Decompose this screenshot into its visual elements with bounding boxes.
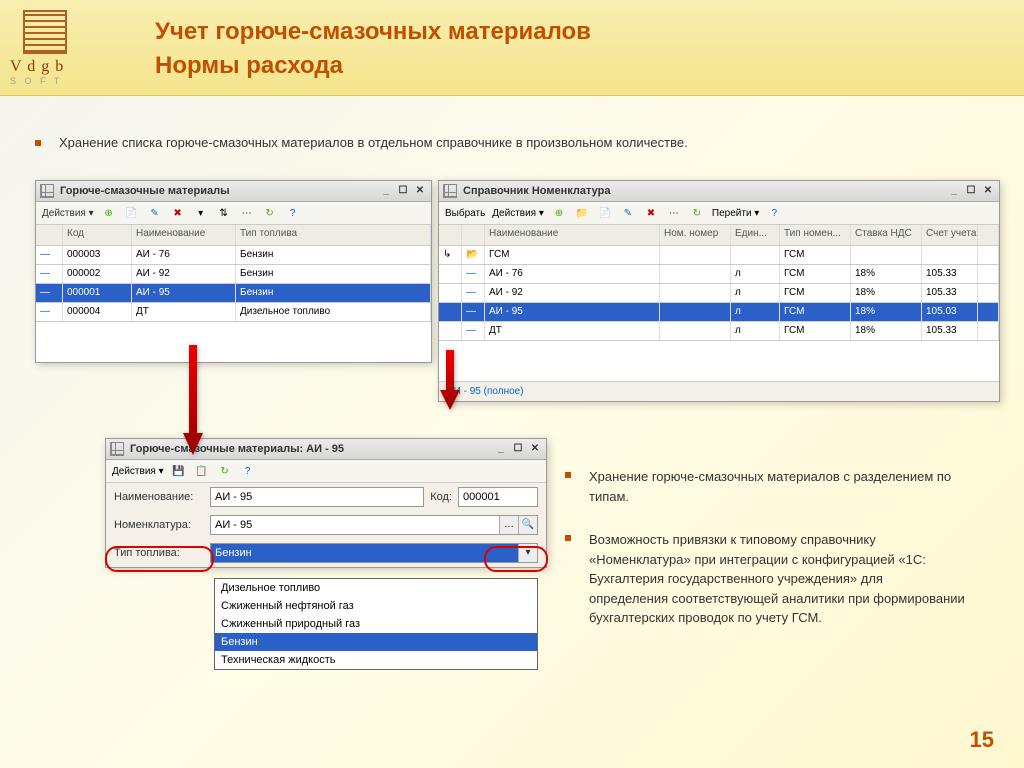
refresh-icon[interactable]: ↻ [687,205,707,221]
more-icon[interactable]: ⋯ [237,205,257,221]
side-bullet: Хранение горюче-смазочных материалов с р… [565,467,965,506]
delete-icon[interactable]: ✖ [641,205,661,221]
more-icon[interactable]: ⋯ [664,205,684,221]
table-row-selected[interactable]: ― АИ - 95 лГСМ 18%105.03 [439,303,999,322]
intro-bullet: Хранение списка горюче-смазочных материа… [35,135,994,150]
page-title: Учет горюче-смазочных материалов [155,18,591,46]
table-row[interactable]: ― 000002 АИ - 92 Бензин [36,265,431,284]
maximize-icon[interactable]: ☐ [964,184,978,198]
label-name: Наименование: [114,491,204,503]
filter-icon[interactable]: ▾ [191,205,211,221]
close-icon[interactable]: ✕ [413,184,427,198]
logo: V d g b S O F T [10,10,80,86]
table-header: Наименование Ном. номер Един... Тип номе… [439,225,999,246]
arrow-icon [440,350,460,405]
add-icon[interactable]: ⊕ [549,205,569,221]
actions-menu[interactable]: Действия ▾ [490,205,546,221]
code-field[interactable]: 000001 [458,487,538,507]
close-icon[interactable]: ✕ [528,442,542,456]
bullet-text: Хранение горюче-смазочных материалов с р… [589,467,965,506]
select-button[interactable]: Выбрать [443,205,487,221]
dropdown-option[interactable]: Сжиженный нефтяной газ [215,597,537,615]
actions-menu[interactable]: Действия ▾ [110,463,166,479]
pencil-icon[interactable]: ✎ [145,205,165,221]
table-row[interactable]: ― АИ - 92 лГСМ 18%105.33 [439,284,999,303]
window-title: Горюче-смазочные материалы [60,185,229,197]
save-icon[interactable]: 💾 [169,463,189,479]
table-row[interactable]: ― 000004 ДТ Дизельное топливо [36,303,431,322]
minimize-icon[interactable]: _ [379,184,393,198]
picker-icon[interactable]: … [499,516,518,534]
minimize-icon[interactable]: _ [494,442,508,456]
folder-icon[interactable]: 📁 [572,205,592,221]
close-icon[interactable]: ✕ [981,184,995,198]
logo-sub: S O F T [10,76,80,86]
table-row-folder[interactable]: ↳ 📂 ГСМ ГСМ [439,246,999,265]
table-row-selected[interactable]: ― 000001 АИ - 95 Бензин [36,284,431,303]
status-bar: АИ - 95 (полное) [439,381,999,401]
edit-icon[interactable]: 📄 [595,205,615,221]
dropdown-icon[interactable]: ▾ [518,544,537,562]
window-gsm-list: Горюче-смазочные материалы _ ☐ ✕ Действи… [35,180,432,363]
help-icon[interactable]: ? [238,463,258,479]
side-bullet: Возможность привязки к типовому справочн… [565,530,965,628]
nomenclature-field[interactable]: АИ - 95 … 🔍 [210,515,538,535]
minimize-icon[interactable]: _ [947,184,961,198]
add-icon[interactable]: ⊕ [99,205,119,221]
table-row[interactable]: ― ДТ лГСМ 18%105.33 [439,322,999,341]
page-number: 15 [970,727,994,753]
maximize-icon[interactable]: ☐ [511,442,525,456]
fuel-type-dropdown: Дизельное топливо Сжиженный нефтяной газ… [214,578,538,670]
dropdown-option[interactable]: Техническая жидкость [215,651,537,669]
maximize-icon[interactable]: ☐ [396,184,410,198]
table-row[interactable]: ― 000003 АИ - 76 Бензин [36,246,431,265]
intro-text: Хранение списка горюче-смазочных материа… [59,135,688,150]
dropdown-option[interactable]: Сжиженный природный газ [215,615,537,633]
window-icon [40,184,54,198]
window-title: Справочник Номенклатура [463,185,610,197]
table-header: Код Наименование Тип топлива [36,225,431,246]
edit-icon[interactable]: 📄 [122,205,142,221]
label-nomenclature: Номенклатура: [114,519,204,531]
label-code: Код: [430,491,452,503]
delete-icon[interactable]: ✖ [168,205,188,221]
window-gsm-item: Горюче-смазочные материалы: АИ - 95 _ ☐ … [105,438,547,568]
goto-menu[interactable]: Перейти ▾ [710,205,761,221]
dropdown-option-selected[interactable]: Бензин [215,633,537,651]
bullet-text: Возможность привязки к типовому справочн… [589,530,965,628]
window-icon [443,184,457,198]
sort-icon[interactable]: ⇅ [214,205,234,221]
page-subtitle: Нормы расхода [155,52,591,80]
help-icon[interactable]: ? [283,205,303,221]
logo-icon [23,10,67,54]
arrow-icon [183,345,203,445]
refresh-icon[interactable]: ↻ [260,205,280,221]
dropdown-option[interactable]: Дизельное топливо [215,579,537,597]
name-field[interactable]: АИ - 95 [210,487,424,507]
refresh-icon[interactable]: ↻ [215,463,235,479]
window-title: Горюче-смазочные материалы: АИ - 95 [130,443,344,455]
label-fuel-type: Тип топлива: [114,547,204,559]
window-icon [110,442,124,456]
copy-icon[interactable]: 📋 [192,463,212,479]
search-icon[interactable]: 🔍 [518,516,537,534]
logo-text: V d g b [10,58,80,76]
fuel-type-field[interactable]: Бензин ▾ [210,543,538,563]
help-icon[interactable]: ? [764,205,784,221]
window-nomenclature: Справочник Номенклатура _ ☐ ✕ Выбрать Де… [438,180,1000,402]
actions-menu[interactable]: Действия ▾ [40,205,96,221]
table-row[interactable]: ― АИ - 76 лГСМ 18%105.33 [439,265,999,284]
pencil-icon[interactable]: ✎ [618,205,638,221]
